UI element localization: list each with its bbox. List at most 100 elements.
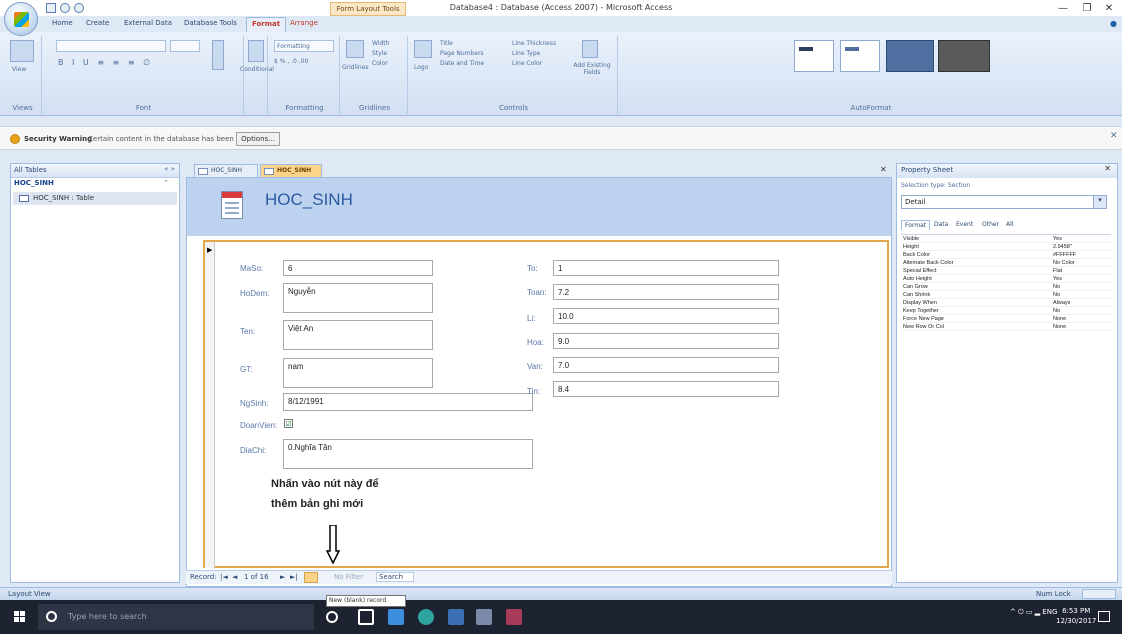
field-li[interactable]: 10.0	[553, 308, 779, 324]
property-value[interactable]: Yes	[1053, 275, 1062, 283]
autoformat-style-4[interactable]	[938, 40, 990, 72]
style-label[interactable]: Style	[372, 50, 387, 57]
formatting-select[interactable]: Formatting	[274, 40, 334, 52]
line-thickness-button[interactable]: Line Thickness	[512, 40, 556, 47]
field-maso[interactable]: 6	[283, 260, 433, 276]
property-value[interactable]: Flat	[1053, 267, 1062, 275]
property-row[interactable]: Height 2.9458"	[901, 243, 1111, 251]
cortana-icon[interactable]	[326, 611, 338, 623]
no-filter-button[interactable]: No Filter	[334, 573, 363, 581]
property-row[interactable]: Auto Height Yes	[901, 275, 1111, 283]
field-toan[interactable]: 7.2	[553, 284, 779, 300]
autoformat-style-1[interactable]	[794, 40, 834, 72]
property-sheet-close-icon[interactable]: ✕	[1104, 164, 1111, 173]
tab-arrange[interactable]: Arrange	[290, 19, 318, 27]
tab-create[interactable]: Create	[86, 19, 109, 27]
edge-icon[interactable]	[418, 609, 434, 625]
ps-tab-event[interactable]: Event	[953, 220, 976, 229]
field-gt[interactable]: nam	[283, 358, 433, 388]
taskbar-search-box[interactable]: Type here to search	[38, 604, 314, 630]
logo-icon[interactable]	[414, 40, 432, 58]
record-position[interactable]: 1 of 16	[244, 573, 269, 581]
bold-italic-underline-icons[interactable]: B I U ≡ ≡ ≡ ∅	[58, 58, 153, 67]
notification-icon[interactable]	[1098, 611, 1110, 622]
nav-pane-header[interactable]: All Tables	[11, 164, 179, 178]
chevron-up-icon[interactable]: ⌃	[163, 179, 169, 187]
field-tin[interactable]: 8.4	[553, 381, 779, 397]
first-record-button[interactable]: |◄	[220, 573, 228, 581]
tab-hoc-sinh-table[interactable]: HOC_SINH	[194, 164, 258, 177]
close-button[interactable]: ✕	[1100, 3, 1118, 14]
property-row[interactable]: Visible Yes	[901, 235, 1111, 243]
app-icon[interactable]	[476, 609, 492, 625]
font-name-select[interactable]	[56, 40, 166, 52]
help-icon[interactable]: ●	[1110, 19, 1117, 28]
nav-pane-controls[interactable]: « »	[164, 165, 175, 173]
tab-format[interactable]: Format	[246, 17, 287, 32]
restore-button[interactable]: ❐	[1078, 3, 1096, 14]
property-row[interactable]: Display When Always	[901, 299, 1111, 307]
property-row[interactable]: Special Effect Flat	[901, 267, 1111, 275]
record-selector[interactable]: ▶	[205, 242, 215, 568]
store-icon[interactable]	[448, 609, 464, 625]
property-row[interactable]: New Row Or Col None	[901, 323, 1111, 331]
number-format-icons[interactable]: $ % , .0 .00	[274, 58, 308, 65]
field-ten[interactable]: Việt An	[283, 320, 433, 350]
property-row[interactable]: Keep Together No	[901, 307, 1111, 315]
property-value[interactable]: No	[1053, 283, 1060, 291]
field-van[interactable]: 7.0	[553, 357, 779, 373]
previous-record-button[interactable]: ◄	[232, 573, 237, 581]
access-app-icon[interactable]	[506, 609, 522, 625]
explorer-icon[interactable]	[388, 609, 404, 625]
property-row[interactable]: Force New Page None	[901, 315, 1111, 323]
property-value[interactable]: No Color	[1053, 259, 1075, 267]
autoformat-style-3[interactable]	[886, 40, 934, 72]
windows-start-icon[interactable]	[14, 611, 26, 623]
autoformat-style-2[interactable]	[840, 40, 880, 72]
task-view-icon[interactable]	[358, 609, 374, 625]
property-value[interactable]: Always	[1053, 299, 1070, 307]
property-row[interactable]: Alternate Back Color No Color	[901, 259, 1111, 267]
office-button[interactable]	[4, 2, 38, 36]
document-close-icon[interactable]: ✕	[880, 165, 887, 174]
ps-tab-other[interactable]: Other	[979, 220, 1002, 229]
font-color-icon[interactable]	[212, 40, 224, 70]
ps-tab-data[interactable]: Data	[931, 220, 951, 229]
conditional-icon[interactable]	[248, 40, 264, 62]
new-record-button[interactable]	[304, 572, 318, 583]
view-switcher-icons[interactable]	[1082, 589, 1116, 599]
selection-dropdown[interactable]: Detail	[901, 195, 1107, 209]
chevron-down-icon[interactable]: ▾	[1093, 196, 1106, 208]
property-value[interactable]: 2.9458"	[1053, 243, 1072, 251]
tab-external-data[interactable]: External Data	[124, 19, 172, 27]
width-label[interactable]: Width	[372, 40, 389, 47]
field-doanvien-checkbox[interactable]: ☑	[284, 419, 293, 428]
property-value[interactable]: Yes	[1053, 235, 1062, 243]
system-tray[interactable]: ^ ⏻ ▭ ▂ ENG	[1010, 608, 1057, 617]
field-hoa[interactable]: 9.0	[553, 333, 779, 349]
add-existing-fields-icon[interactable]	[582, 40, 598, 58]
line-type-button[interactable]: Line Type	[512, 50, 540, 57]
title-button[interactable]: Title	[440, 40, 453, 47]
property-value[interactable]: No	[1053, 307, 1060, 315]
field-ngsinh[interactable]: 8/12/1991	[283, 393, 533, 411]
gridlines-icon[interactable]	[346, 40, 364, 58]
tab-hoc-sinh-form[interactable]: HOC_SINH	[260, 164, 322, 177]
property-row[interactable]: Can Shrink No	[901, 291, 1111, 299]
next-record-button[interactable]: ►	[280, 573, 285, 581]
property-value[interactable]: No	[1053, 291, 1060, 299]
property-value[interactable]: #FFFFFF	[1053, 251, 1076, 259]
date-time-button[interactable]: Date and Time	[440, 60, 484, 67]
ps-tab-format[interactable]: Format	[901, 220, 931, 230]
nav-item-hoc-sinh-table[interactable]: HOC_SINH : Table	[13, 192, 177, 205]
nav-group-header[interactable]: HOC_SINH	[11, 179, 179, 191]
property-value[interactable]: None	[1053, 315, 1066, 323]
minimize-button[interactable]: —	[1054, 3, 1072, 14]
font-size-select[interactable]	[170, 40, 200, 52]
clock[interactable]: 6:53 PM 12/30/2017	[1056, 606, 1096, 626]
field-to[interactable]: 1	[553, 260, 779, 276]
tab-database-tools[interactable]: Database Tools	[184, 19, 237, 27]
color-label[interactable]: Color	[372, 60, 388, 67]
last-record-button[interactable]: ►|	[290, 573, 298, 581]
search-field[interactable]: Search	[376, 572, 415, 582]
